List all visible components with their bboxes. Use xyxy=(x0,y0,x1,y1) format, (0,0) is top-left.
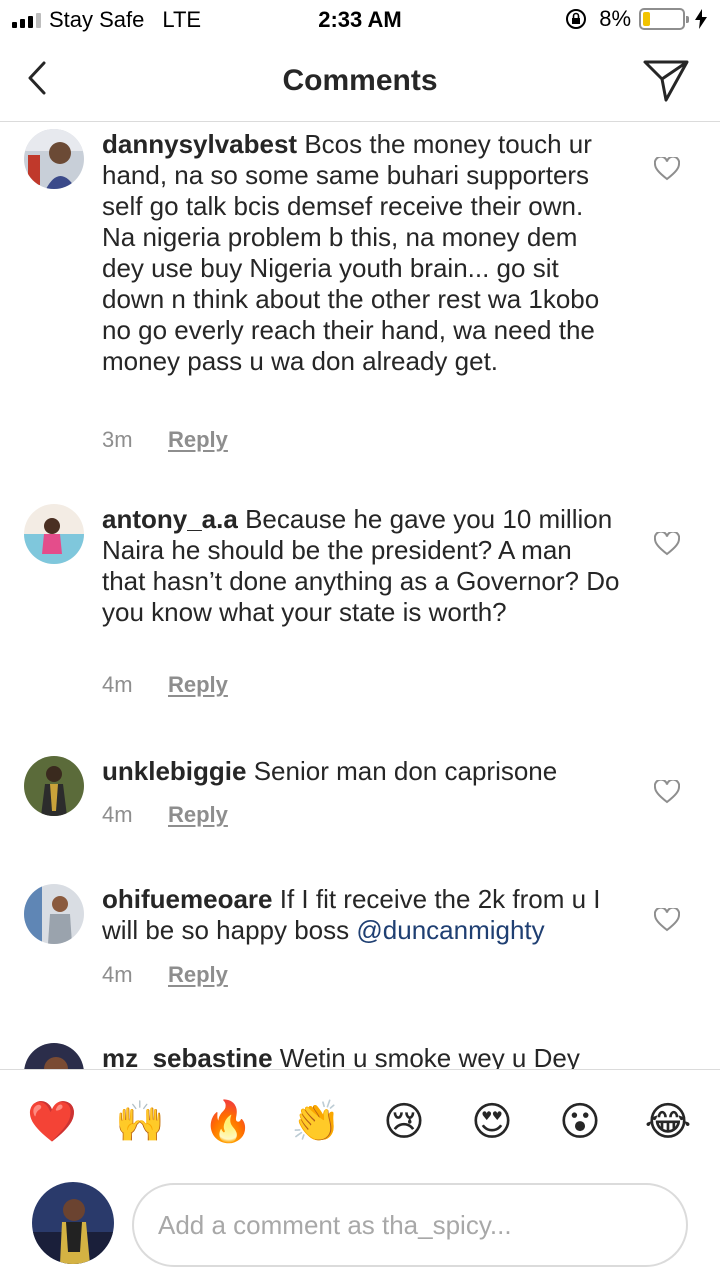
reply-button[interactable]: Reply xyxy=(168,427,228,453)
heart-icon[interactable] xyxy=(654,780,680,804)
emoji-raising-hands[interactable]: 🙌 xyxy=(110,1098,170,1145)
comment-item: antony_a.a Because he gave you 10 millio… xyxy=(0,504,720,734)
page-title: Comments xyxy=(282,64,438,97)
comment-body: mz_sebastine Wetin u smoke wey u Dey xyxy=(102,1043,622,1069)
emoji-crying-face[interactable]: 😢 xyxy=(374,1099,434,1145)
comment-item: unklebiggie Senior man don caprisone 4m … xyxy=(0,756,720,861)
comment-item: dannysylvabest Bcos the money touch ur h… xyxy=(0,129,720,499)
current-user-avatar xyxy=(32,1182,114,1264)
emoji-clapping-hands[interactable]: 👏 xyxy=(286,1098,346,1145)
comment-time: 3m xyxy=(102,427,133,452)
comment-text: Senior man don caprisone xyxy=(253,756,558,786)
status-bar: Stay Safe LTE 2:33 AM 8% xyxy=(0,0,720,40)
send-icon[interactable] xyxy=(642,56,690,104)
reply-button[interactable]: Reply xyxy=(168,672,228,698)
comment-meta: 4m Reply xyxy=(102,802,228,828)
avatar[interactable] xyxy=(24,129,84,189)
heart-icon[interactable] xyxy=(654,908,680,932)
comment-body: unklebiggie Senior man don caprisone xyxy=(102,756,622,787)
comment-text: Bcos the money touch ur hand, na so some… xyxy=(102,129,600,376)
comment-text: Wetin u smoke wey u Dey xyxy=(279,1043,580,1069)
emoji-reaction-bar: ❤️ 🙌 🔥 👏 😢 😍 😮 😂 xyxy=(0,1069,720,1173)
mention-link[interactable]: @duncanmighty xyxy=(356,915,544,945)
battery-level xyxy=(643,12,650,26)
comment-item: mz_sebastine Wetin u smoke wey u Dey xyxy=(0,1043,720,1069)
status-right: 8% xyxy=(565,6,708,32)
comment-username[interactable]: mz_sebastine xyxy=(102,1043,273,1069)
emoji-heart[interactable]: ❤️ xyxy=(22,1098,82,1145)
reply-button[interactable]: Reply xyxy=(168,962,228,988)
emoji-surprised-face[interactable]: 😮 xyxy=(550,1099,610,1145)
comment-body: dannysylvabest Bcos the money touch ur h… xyxy=(102,129,622,377)
comment-time: 4m xyxy=(102,962,133,987)
heart-icon[interactable] xyxy=(654,532,680,556)
comment-meta: 4m Reply xyxy=(102,672,228,698)
comment-username[interactable]: dannysylvabest xyxy=(102,129,297,159)
comment-meta: 3m Reply xyxy=(102,427,228,453)
reply-button[interactable]: Reply xyxy=(168,802,228,828)
avatar[interactable] xyxy=(24,1043,84,1069)
comment-username[interactable]: unklebiggie xyxy=(102,756,246,786)
comment-item: ohifuemeoare If I fit receive the 2k fro… xyxy=(0,884,720,1014)
comment-body: ohifuemeoare If I fit receive the 2k fro… xyxy=(102,884,622,946)
avatar[interactable] xyxy=(24,756,84,816)
battery-icon xyxy=(639,8,689,30)
comment-username[interactable]: ohifuemeoare xyxy=(102,884,273,914)
charging-bolt-icon xyxy=(695,9,707,29)
heart-icon[interactable] xyxy=(654,157,680,181)
comment-meta: 4m Reply xyxy=(102,962,228,988)
emoji-fire[interactable]: 🔥 xyxy=(198,1098,258,1145)
battery-percent: 8% xyxy=(599,6,631,31)
comment-list[interactable]: dannysylvabest Bcos the money touch ur h… xyxy=(0,123,720,1069)
comment-username[interactable]: antony_a.a xyxy=(102,504,238,534)
header: Comments xyxy=(0,40,720,122)
avatar[interactable] xyxy=(24,504,84,564)
comment-composer xyxy=(0,1173,720,1280)
rotation-lock-icon xyxy=(566,9,587,29)
comment-time: 4m xyxy=(102,672,133,697)
emoji-heart-eyes[interactable]: 😍 xyxy=(462,1099,522,1145)
comment-input[interactable] xyxy=(132,1183,688,1267)
comment-body: antony_a.a Because he gave you 10 millio… xyxy=(102,504,622,628)
comment-time: 4m xyxy=(102,802,133,827)
avatar[interactable] xyxy=(24,884,84,944)
emoji-tears-of-joy[interactable]: 😂 xyxy=(638,1099,698,1145)
